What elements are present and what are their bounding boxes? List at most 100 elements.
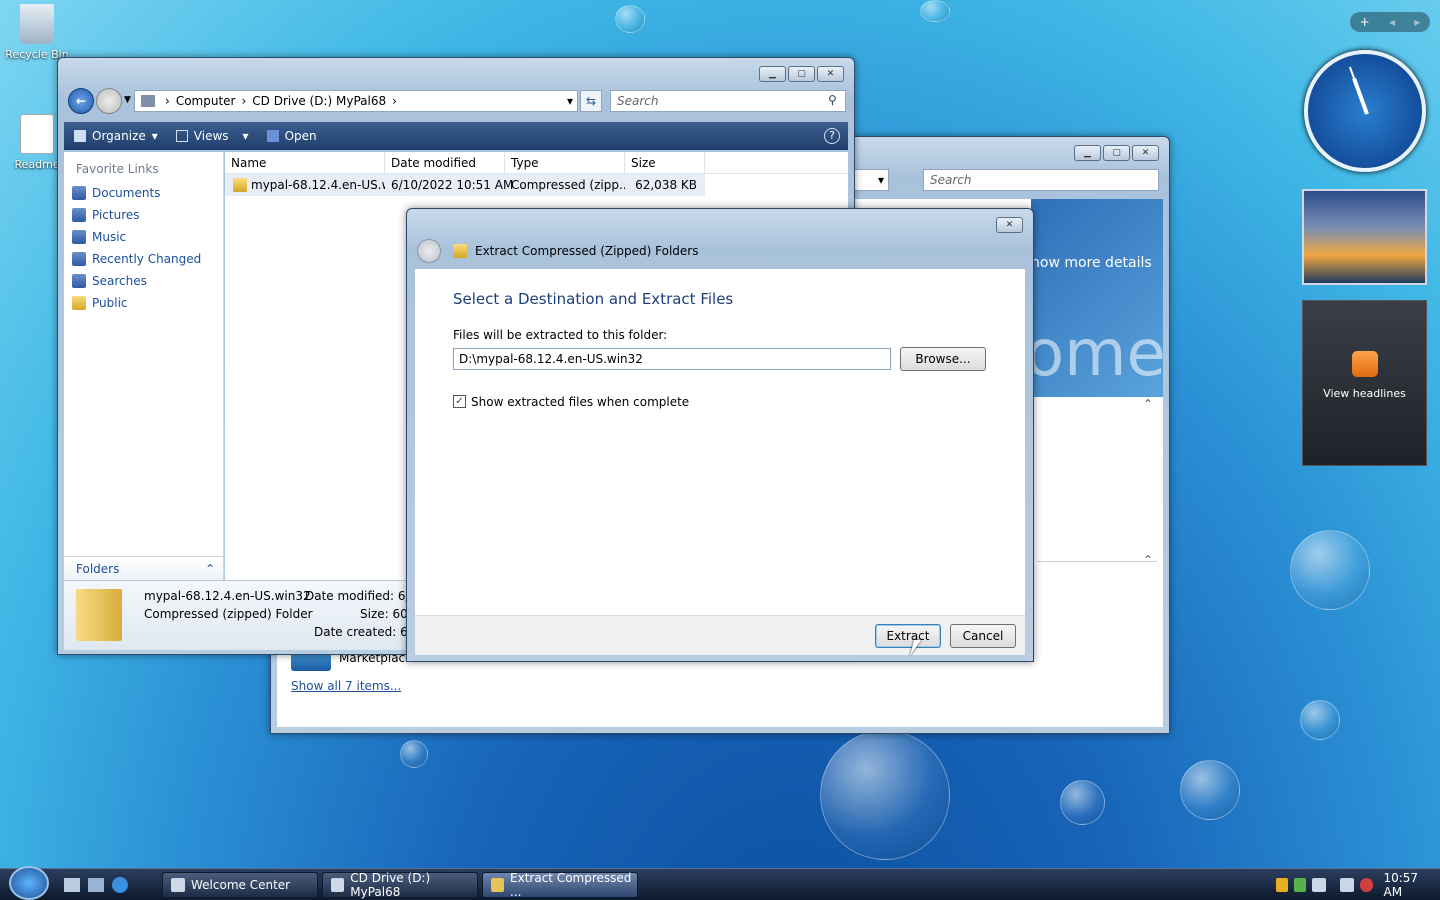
breadcrumb-cd-drive[interactable]: CD Drive (D:) MyPal68 bbox=[252, 94, 386, 108]
nav-link-searches[interactable]: Searches bbox=[64, 270, 223, 292]
sidebar-controls: + ◂ ▸ bbox=[1350, 12, 1430, 32]
back-button[interactable]: ← bbox=[68, 88, 94, 114]
maximize-button[interactable]: ▢ bbox=[788, 66, 815, 82]
breadcrumb-separator: › bbox=[392, 94, 397, 108]
taskbar-button-welcome-center[interactable]: Welcome Center bbox=[162, 872, 318, 898]
forward-button[interactable] bbox=[96, 88, 122, 114]
music-icon bbox=[72, 230, 86, 244]
folders-toggle[interactable]: Folders ⌃ bbox=[64, 556, 223, 580]
address-bar[interactable]: › Computer › CD Drive (D:) MyPal68 › ▾ bbox=[134, 90, 578, 112]
taskbar-button-extract[interactable]: Extract Compressed ... bbox=[482, 871, 638, 899]
feed-headlines-gadget[interactable]: View headlines bbox=[1302, 300, 1427, 466]
desktop-icon-recycle-bin[interactable]: Recycle Bin bbox=[2, 4, 72, 61]
favorite-links-title: Favorite Links bbox=[76, 162, 159, 176]
show-extracted-checkbox[interactable]: ✓ bbox=[453, 395, 466, 408]
updates-icon[interactable] bbox=[1293, 878, 1306, 892]
cancel-button[interactable]: Cancel bbox=[950, 624, 1016, 648]
previous-icon[interactable]: ◂ bbox=[1389, 15, 1395, 29]
nav-link-public[interactable]: Public bbox=[64, 292, 223, 314]
file-size: 62,038 KB bbox=[635, 178, 697, 192]
destination-path-input[interactable]: D:\mypal-68.12.4.en-US.win32 bbox=[453, 348, 891, 370]
address-dropdown-icon[interactable]: ▾ bbox=[567, 94, 573, 108]
security-shield-icon[interactable] bbox=[1276, 878, 1288, 892]
computer-icon bbox=[141, 95, 155, 107]
clock-time[interactable]: 10:57 AM bbox=[1383, 871, 1440, 899]
column-header-size[interactable]: Size bbox=[625, 152, 705, 173]
chevron-up-icon[interactable]: ⌃ bbox=[1143, 397, 1153, 411]
organize-icon bbox=[74, 130, 86, 142]
maximize-button[interactable]: ▢ bbox=[1103, 145, 1130, 161]
nav-link-pictures[interactable]: Pictures bbox=[64, 204, 223, 226]
show-more-details-link[interactable]: how more details bbox=[1031, 255, 1152, 271]
clock-gadget[interactable] bbox=[1304, 50, 1426, 172]
show-all-items-link[interactable]: Show all 7 items... bbox=[291, 679, 401, 693]
close-button[interactable]: ✕ bbox=[1132, 145, 1159, 161]
quick-launch-switch-windows-icon[interactable] bbox=[88, 878, 104, 892]
minimize-button[interactable]: ▁ bbox=[1074, 145, 1101, 161]
network-icon[interactable] bbox=[1311, 878, 1326, 892]
chevron-up-icon[interactable]: ⌃ bbox=[1143, 553, 1153, 567]
views-button[interactable]: Views ▾ bbox=[175, 129, 249, 143]
column-header-date-modified[interactable]: Date modified bbox=[385, 152, 505, 173]
column-header-type[interactable]: Type bbox=[505, 152, 625, 173]
close-button[interactable]: ✕ bbox=[996, 217, 1023, 233]
clock-minute-hand bbox=[1348, 66, 1368, 115]
breadcrumb-computer[interactable]: Computer bbox=[176, 94, 236, 108]
bubble bbox=[615, 5, 645, 33]
documents-icon bbox=[72, 186, 86, 200]
window-caption-buttons: ▁ ▢ ✕ bbox=[759, 66, 844, 82]
welcome-center-icon bbox=[171, 878, 185, 892]
back-button[interactable] bbox=[417, 239, 441, 263]
file-name: mypal-68.12.4.en-US.w... bbox=[251, 178, 385, 192]
extract-button[interactable]: Extract bbox=[875, 624, 941, 648]
file-modified: 6/10/2022 10:51 AM bbox=[391, 178, 514, 192]
nav-link-recently-changed[interactable]: Recently Changed bbox=[64, 248, 223, 270]
view-headlines-label[interactable]: View headlines bbox=[1303, 387, 1426, 400]
quick-launch-browser-icon[interactable] bbox=[112, 877, 128, 893]
dialog-title: Extract Compressed (Zipped) Folders bbox=[475, 244, 699, 258]
nav-link-documents[interactable]: Documents bbox=[64, 182, 223, 204]
search-icon[interactable]: ⚲ bbox=[828, 93, 837, 107]
searches-icon bbox=[72, 274, 86, 288]
slideshow-gadget[interactable] bbox=[1302, 189, 1427, 285]
zip-folder-icon bbox=[453, 244, 467, 258]
recent-pages-dropdown[interactable]: ▼ bbox=[124, 95, 131, 105]
recently-changed-icon bbox=[72, 252, 86, 266]
search-input[interactable]: Search bbox=[610, 90, 846, 112]
quick-launch-show-desktop-icon[interactable] bbox=[64, 878, 80, 892]
open-icon bbox=[266, 130, 279, 142]
bubble bbox=[1060, 780, 1105, 825]
next-icon[interactable]: ▸ bbox=[1414, 15, 1420, 29]
navigation-pane: Favorite Links Documents Pictures Music … bbox=[64, 152, 224, 580]
search-input[interactable]: Search bbox=[923, 169, 1159, 191]
refresh-button[interactable]: ⇆ bbox=[580, 90, 602, 112]
column-header-name[interactable]: Name bbox=[225, 152, 385, 173]
organize-button[interactable]: Organize ▾ bbox=[74, 129, 158, 143]
open-button[interactable]: Open bbox=[266, 129, 317, 143]
dialog-body: Select a Destination and Extract Files F… bbox=[415, 269, 1025, 655]
show-extracted-label: Show extracted files when complete bbox=[471, 395, 690, 409]
taskbar-button-cd-drive[interactable]: CD Drive (D:) MyPal68 bbox=[322, 871, 478, 899]
minimize-button[interactable]: ▁ bbox=[759, 66, 786, 82]
recycle-bin-icon bbox=[20, 4, 54, 44]
cd-drive-icon bbox=[331, 878, 345, 892]
extract-dialog[interactable]: ✕ Extract Compressed (Zipped) Folders Se… bbox=[406, 208, 1034, 662]
details-date-modified: Date modified: 6/1( bbox=[305, 589, 422, 603]
display-icon[interactable] bbox=[1339, 878, 1354, 892]
details-file-type: Compressed (zipped) Folder bbox=[144, 607, 313, 621]
volume-muted-icon[interactable] bbox=[1359, 878, 1374, 892]
window-caption-buttons: ▁ ▢ ✕ bbox=[1074, 145, 1159, 161]
close-button[interactable]: ✕ bbox=[817, 66, 844, 82]
browse-button[interactable]: Browse... bbox=[900, 347, 986, 371]
help-icon[interactable]: ? bbox=[824, 128, 840, 144]
folder-label: Files will be extracted to this folder: bbox=[453, 328, 668, 342]
command-bar: Organize ▾ Views ▾ Open ? bbox=[64, 122, 848, 150]
welcome-banner: how more details ome bbox=[1031, 199, 1163, 397]
add-gadget-icon[interactable]: + bbox=[1360, 15, 1370, 29]
start-button[interactable] bbox=[9, 866, 49, 900]
nav-link-music[interactable]: Music bbox=[64, 226, 223, 248]
file-type: Compressed (zipp... bbox=[511, 178, 625, 192]
views-icon bbox=[175, 130, 188, 142]
table-row[interactable]: mypal-68.12.4.en-US.w... 6/10/2022 10:51… bbox=[225, 174, 705, 196]
bubble bbox=[820, 730, 950, 860]
